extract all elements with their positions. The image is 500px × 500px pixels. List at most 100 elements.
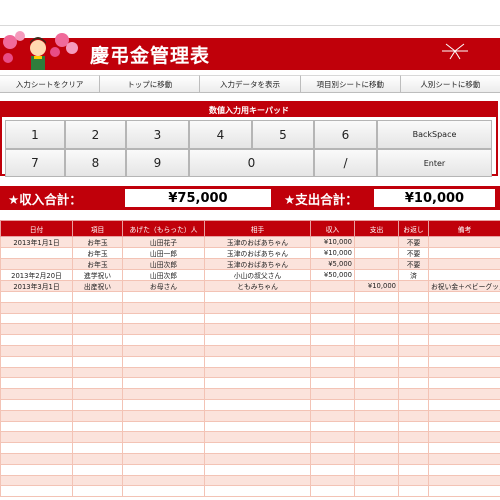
cell-income[interactable] <box>310 409 355 422</box>
cell-partner[interactable] <box>204 291 311 303</box>
cell-return[interactable]: 済 <box>398 269 429 281</box>
cell-item[interactable]: 出産祝い <box>72 280 123 292</box>
cell-date[interactable] <box>0 463 73 476</box>
cell-date[interactable] <box>0 452 73 465</box>
cell-notes[interactable] <box>428 247 500 259</box>
key-7[interactable]: 7 <box>5 149 65 177</box>
cell-income[interactable] <box>310 485 355 498</box>
cell-notes[interactable] <box>428 291 500 303</box>
cell-partner[interactable]: 玉津のおばあちゃん <box>204 258 311 270</box>
cell-date[interactable]: 2013年1月1日 <box>0 236 73 248</box>
cell-notes[interactable] <box>428 258 500 270</box>
cell-partner[interactable] <box>204 366 311 379</box>
cell-return[interactable] <box>398 366 429 379</box>
cell-giver[interactable] <box>122 431 205 444</box>
cell-income[interactable]: ¥5,000 <box>310 258 355 270</box>
key-9[interactable]: 9 <box>126 149 189 177</box>
cell-item[interactable]: 進学祝い <box>72 269 123 281</box>
go-to-category-sheet-button[interactable]: 項目別シートに移動 <box>300 75 401 93</box>
cell-return[interactable] <box>398 377 429 390</box>
cell-partner[interactable] <box>204 377 311 390</box>
cell-expense[interactable] <box>354 269 399 281</box>
cell-return[interactable] <box>398 452 429 465</box>
cell-date[interactable] <box>0 247 73 259</box>
cell-item[interactable]: お年玉 <box>72 258 123 270</box>
cell-notes[interactable] <box>428 388 500 400</box>
cell-giver[interactable]: お母さん <box>122 280 205 292</box>
cell-partner[interactable] <box>204 485 311 498</box>
cell-date[interactable] <box>0 291 73 303</box>
cell-expense[interactable] <box>354 377 399 390</box>
cell-notes[interactable] <box>428 366 500 379</box>
cell-notes[interactable] <box>428 398 500 411</box>
cell-return[interactable] <box>398 420 429 433</box>
key-0[interactable]: 0 <box>189 149 314 177</box>
cell-income[interactable]: ¥10,000 <box>310 236 355 248</box>
cell-partner[interactable] <box>204 398 311 411</box>
cell-date[interactable]: 2013年3月1日 <box>0 280 73 292</box>
cell-expense[interactable] <box>354 323 399 336</box>
cell-item[interactable] <box>72 291 123 303</box>
cell-date[interactable] <box>0 301 73 314</box>
cell-notes[interactable] <box>428 409 500 422</box>
cell-giver[interactable]: 山田一郎 <box>122 247 205 259</box>
cell-item[interactable] <box>72 474 123 487</box>
cell-giver[interactable] <box>122 323 205 336</box>
cell-notes[interactable] <box>428 377 500 390</box>
cell-giver[interactable] <box>122 312 205 325</box>
enter-key[interactable]: Enter <box>377 149 492 177</box>
cell-expense[interactable] <box>354 247 399 259</box>
cell-item[interactable] <box>72 388 123 400</box>
cell-partner[interactable] <box>204 323 311 336</box>
backspace-key[interactable]: BackSpace <box>377 120 492 149</box>
cell-giver[interactable] <box>122 301 205 314</box>
key-8[interactable]: 8 <box>65 149 126 177</box>
cell-item[interactable] <box>72 334 123 346</box>
cell-income[interactable] <box>310 474 355 487</box>
cell-partner[interactable] <box>204 474 311 487</box>
cell-notes[interactable]: お祝い金＋ベビーグッズ3,000円 <box>428 280 500 292</box>
cell-giver[interactable] <box>122 355 205 368</box>
cell-expense[interactable] <box>354 442 399 454</box>
cell-partner[interactable] <box>204 409 311 422</box>
cell-income[interactable] <box>310 355 355 368</box>
cell-partner[interactable]: 玉津のおばあちゃん <box>204 247 311 259</box>
cell-date[interactable] <box>0 366 73 379</box>
key-slash[interactable]: / <box>314 149 377 177</box>
cell-giver[interactable]: 山田花子 <box>122 236 205 248</box>
cell-return[interactable] <box>398 474 429 487</box>
cell-expense[interactable] <box>354 409 399 422</box>
cell-return[interactable] <box>398 334 429 346</box>
cell-partner[interactable]: 玉津のおばあちゃん <box>204 236 311 248</box>
cell-date[interactable] <box>0 312 73 325</box>
cell-return[interactable]: 不要 <box>398 236 429 248</box>
cell-item[interactable] <box>72 377 123 390</box>
cell-expense[interactable] <box>354 334 399 346</box>
cell-item[interactable] <box>72 485 123 498</box>
cell-return[interactable] <box>398 291 429 303</box>
cell-item[interactable] <box>72 323 123 336</box>
cell-giver[interactable] <box>122 344 205 357</box>
cell-return[interactable] <box>398 442 429 454</box>
cell-notes[interactable] <box>428 301 500 314</box>
cell-giver[interactable] <box>122 452 205 465</box>
cell-expense[interactable] <box>354 388 399 400</box>
cell-date[interactable] <box>0 344 73 357</box>
cell-item[interactable] <box>72 442 123 454</box>
cell-notes[interactable] <box>428 474 500 487</box>
cell-notes[interactable] <box>428 420 500 433</box>
cell-partner[interactable] <box>204 301 311 314</box>
cell-item[interactable] <box>72 398 123 411</box>
clear-input-sheet-button[interactable]: 入力シートをクリア <box>0 75 101 93</box>
cell-return[interactable] <box>398 355 429 368</box>
cell-item[interactable] <box>72 409 123 422</box>
cell-expense[interactable] <box>354 344 399 357</box>
cell-item[interactable] <box>72 355 123 368</box>
cell-giver[interactable] <box>122 463 205 476</box>
cell-notes[interactable] <box>428 431 500 444</box>
cell-item[interactable]: お年玉 <box>72 236 123 248</box>
cell-partner[interactable] <box>204 388 311 400</box>
cell-income[interactable] <box>310 431 355 444</box>
cell-notes[interactable] <box>428 312 500 325</box>
cell-income[interactable] <box>310 463 355 476</box>
